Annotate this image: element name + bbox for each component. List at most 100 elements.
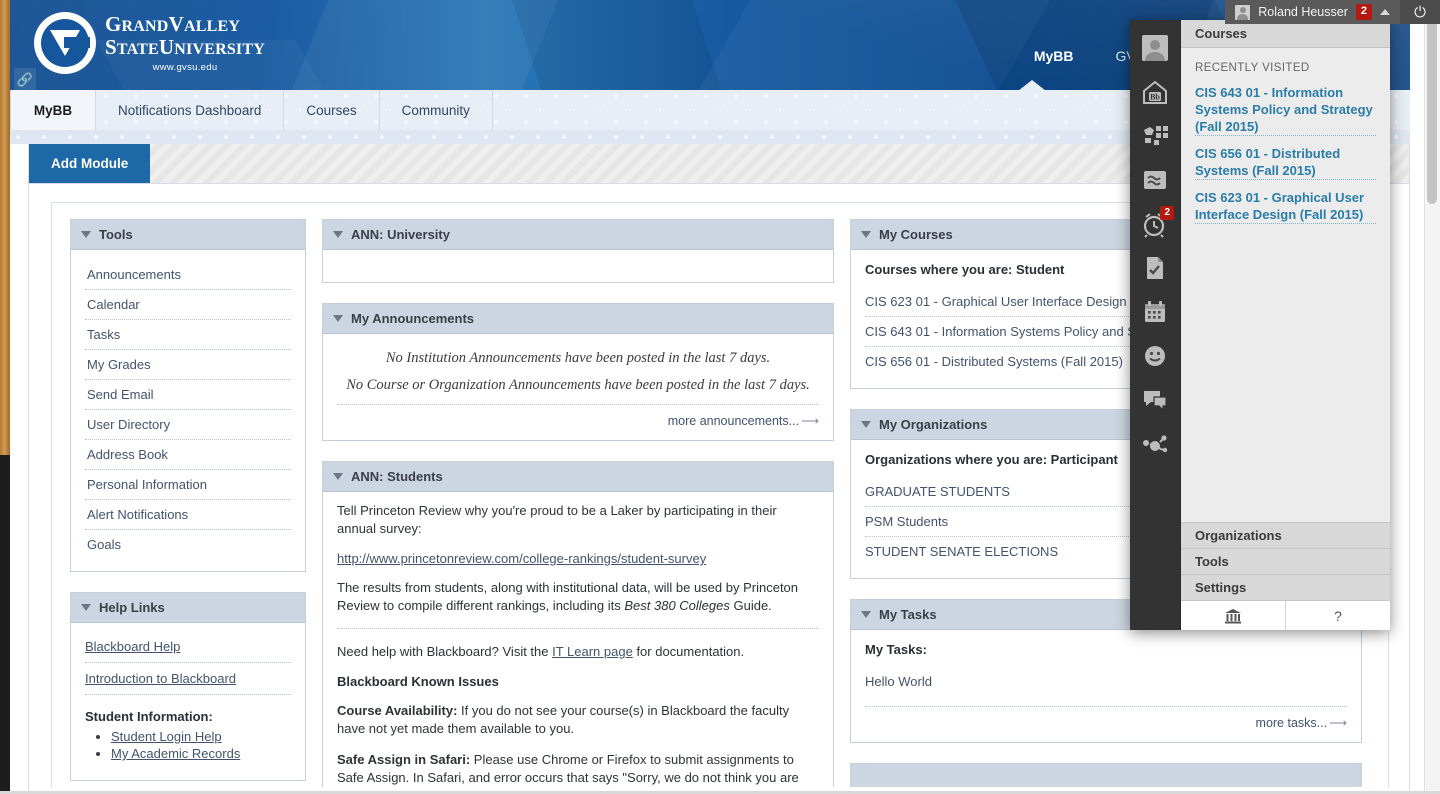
princeton-survey-url[interactable]: http://www.princetonreview.com/college-r…: [337, 551, 819, 566]
arrow-right-icon: ⟶: [801, 414, 819, 428]
collapse-triangle-icon[interactable]: [333, 473, 343, 480]
help-link-my-academic-records[interactable]: My Academic Records: [111, 746, 240, 761]
help-link-introduction-to-blackboard[interactable]: Introduction to Blackboard: [85, 671, 236, 686]
help-text-a: Need help with Blackboard? Visit the: [337, 644, 553, 659]
collapse-triangle-icon[interactable]: [81, 604, 91, 611]
add-module-button[interactable]: Add Module: [29, 144, 151, 183]
logo-line2-c: U: [158, 34, 175, 59]
help-row-introduction: Introduction to Blackboard: [85, 663, 291, 695]
help-link-student-login-help[interactable]: Student Login Help: [111, 729, 222, 744]
module-my-courses-title: My Courses: [879, 227, 953, 242]
collapse-triangle-icon[interactable]: [81, 231, 91, 238]
tool-link-send-email[interactable]: Send Email: [85, 380, 291, 409]
module-ann-university-header: ANN: University: [323, 220, 833, 250]
panel-icon-rail: Bb 2: [1130, 20, 1180, 630]
issue-safe-assign-safari: Safe Assign in Safari: Please use Chrome…: [337, 751, 819, 787]
help-row-student-information: Student Information: Student Login Help …: [85, 695, 291, 770]
panel-header-title: Courses: [1181, 20, 1390, 48]
calendar-icon[interactable]: [1135, 292, 1175, 332]
tool-link-address-book[interactable]: Address Book: [85, 440, 291, 469]
collapse-triangle-icon[interactable]: [333, 231, 343, 238]
institution-icon[interactable]: [1181, 601, 1285, 630]
panel-item-organizations[interactable]: Organizations: [1181, 522, 1390, 548]
avatar-icon[interactable]: [1135, 28, 1175, 68]
task-link-hello-world[interactable]: Hello World: [865, 667, 1347, 696]
posts-icon[interactable]: [1135, 116, 1175, 156]
smiley-icon[interactable]: [1135, 336, 1175, 376]
collapse-triangle-icon[interactable]: [333, 315, 343, 322]
tab-mybb[interactable]: MyBB: [10, 90, 96, 139]
panel-item-settings[interactable]: Settings: [1181, 574, 1390, 600]
deadlines-clock-icon[interactable]: 2: [1135, 204, 1175, 244]
column-center: ANN: University My Announcements No Inst…: [322, 219, 834, 787]
princeton-survey-intro: Tell Princeton Review why you're proud t…: [337, 503, 777, 536]
tool-link-announcements[interactable]: Announcements: [85, 260, 291, 289]
more-announcements-link[interactable]: more announcements... ⟶: [337, 413, 819, 428]
my-tasks-list-label: My Tasks:: [865, 642, 927, 657]
collapse-triangle-icon[interactable]: [861, 421, 871, 428]
module-help-links-title: Help Links: [99, 600, 165, 615]
module-ann-students: ANN: Students Tell Princeton Review why …: [322, 461, 834, 787]
column-left: Tools Announcements Calendar Tasks My Gr…: [70, 219, 306, 787]
tab-notifications-dashboard[interactable]: Notifications Dashboard: [96, 90, 285, 130]
panel-main: Courses RECENTLY VISITED CIS 643 01 - In…: [1180, 20, 1390, 630]
gvsu-logo-mark: [34, 12, 96, 74]
recently-visited-label: RECENTLY VISITED: [1195, 62, 1310, 74]
tool-link-my-grades[interactable]: My Grades: [85, 350, 291, 379]
spaces-icon[interactable]: [1135, 424, 1175, 464]
module-tools: Tools Announcements Calendar Tasks My Gr…: [70, 219, 306, 572]
results-text-b: Guide.: [729, 598, 772, 613]
list-item: Tasks: [85, 320, 291, 350]
help-question-icon[interactable]: ?: [1285, 601, 1390, 630]
more-announcements-label: more announcements...: [667, 414, 800, 428]
list-item: Alert Notifications: [85, 500, 291, 530]
blackboard-home-icon[interactable]: Bb: [1135, 72, 1175, 112]
module-partial-header: [851, 764, 1361, 787]
page-scrollbar-track[interactable]: [1424, 0, 1440, 794]
arrow-right-icon: ⟶: [1329, 716, 1347, 730]
caret-up-icon: [1380, 9, 1390, 15]
collapse-triangle-icon[interactable]: [861, 611, 871, 618]
tool-link-tasks[interactable]: Tasks: [85, 320, 291, 349]
student-information-label: Student Information:: [85, 709, 213, 724]
collapse-triangle-icon[interactable]: [861, 231, 871, 238]
tool-link-user-directory[interactable]: User Directory: [85, 410, 291, 439]
user-menu-button[interactable]: Roland Heusser 2: [1225, 0, 1400, 24]
tool-link-personal-information[interactable]: Personal Information: [85, 470, 291, 499]
power-icon[interactable]: ⏻: [1400, 0, 1440, 24]
tool-link-goals[interactable]: Goals: [85, 530, 291, 559]
updates-icon[interactable]: [1135, 160, 1175, 200]
tool-link-alert-notifications[interactable]: Alert Notifications: [85, 500, 291, 529]
tool-link-calendar[interactable]: Calendar: [85, 290, 291, 319]
issue1-label: Course Availability:: [337, 703, 458, 718]
panel-course-link-cis-623[interactable]: CIS 623 01 - Graphical User Interface De…: [1195, 189, 1376, 224]
banner-active-pointer: [1018, 80, 1046, 90]
tab-community[interactable]: Community: [380, 90, 493, 130]
module-my-tasks-body: My Tasks: Hello World more tasks... ⟶: [851, 630, 1361, 742]
module-partial-below: [850, 763, 1362, 787]
banner-nav-mybb[interactable]: MyBB: [1034, 48, 1074, 64]
user-name: Roland Heusser: [1258, 5, 1348, 19]
panel-item-tools[interactable]: Tools: [1181, 548, 1390, 574]
my-tasks-list: Hello World: [865, 667, 1347, 696]
grades-icon[interactable]: [1135, 248, 1175, 288]
it-learn-page-link[interactable]: IT Learn page: [552, 644, 633, 659]
link-chip-icon[interactable]: 🔗: [14, 68, 36, 90]
list-item: Student Login Help: [111, 728, 291, 745]
avatar: [1235, 4, 1251, 20]
panel-course-link-cis-643[interactable]: CIS 643 01 - Information Systems Policy …: [1195, 84, 1376, 136]
list-item: Address Book: [85, 440, 291, 470]
notification-badge: 2: [1355, 4, 1372, 20]
module-my-organizations-title: My Organizations: [879, 417, 988, 432]
logo-line2-b: TATE: [116, 40, 159, 58]
list-item: My Academic Records: [111, 745, 291, 762]
panel-course-link-cis-656[interactable]: CIS 656 01 - Distributed Systems (Fall 2…: [1195, 145, 1376, 180]
gvsu-logo[interactable]: GRANDVALLEY STATEUNIVERSITY www.gvsu.edu: [34, 12, 265, 74]
page-scrollbar-thumb[interactable]: [1427, 4, 1437, 204]
messages-icon[interactable]: [1135, 380, 1175, 420]
deadlines-badge: 2: [1160, 206, 1174, 220]
logo-line2-a: S: [105, 34, 117, 59]
help-link-blackboard-help[interactable]: Blackboard Help: [85, 639, 180, 654]
tab-courses[interactable]: Courses: [284, 90, 380, 130]
more-tasks-link[interactable]: more tasks... ⟶: [865, 715, 1347, 730]
